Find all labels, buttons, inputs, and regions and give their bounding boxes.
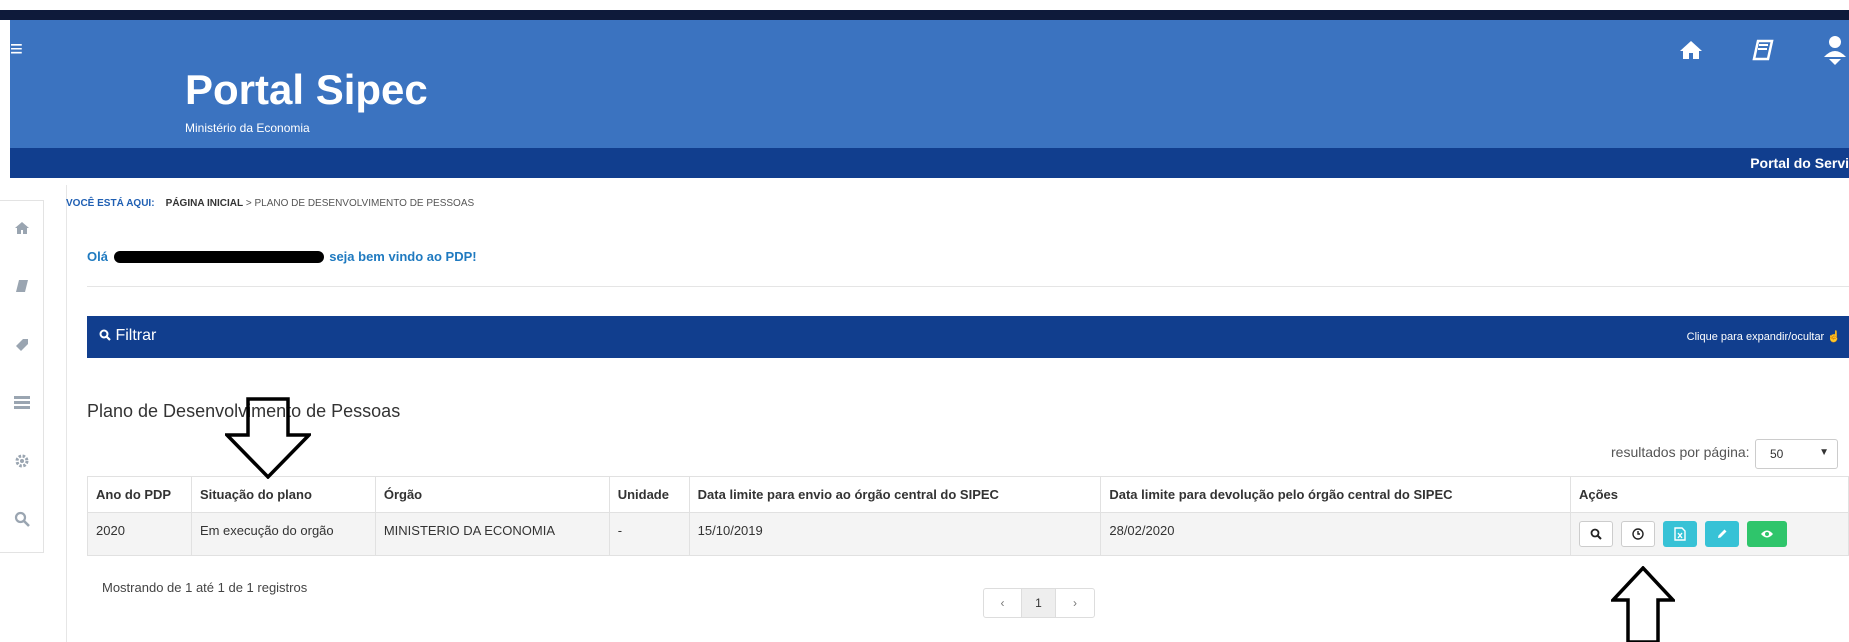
cell-unidade: -: [608, 512, 690, 556]
tag-icon[interactable]: [12, 337, 32, 357]
col-data-envio: Data limite para envio ao órgão central …: [688, 476, 1102, 513]
chevron-down-icon: ▼: [1819, 447, 1829, 458]
hamburger-icon[interactable]: ≡: [10, 38, 23, 60]
header-icons: [1677, 36, 1849, 65]
top-dark-bar: [0, 10, 1849, 20]
cell-data-envio: 15/10/2019: [688, 512, 1102, 556]
history-button[interactable]: [1621, 521, 1655, 547]
search-icon[interactable]: [12, 511, 32, 531]
portal-navbar: Portal do Servi: [10, 148, 1849, 178]
pdp-table: Ano do PDP Situação do plano Órgão Unida…: [87, 476, 1849, 556]
filter-title: Filtrar: [99, 327, 156, 345]
col-orgao: Órgão: [374, 476, 610, 513]
col-situacao: Situação do plano: [190, 476, 376, 513]
table-header-row: Ano do PDP Situação do plano Órgão Unida…: [87, 476, 1849, 513]
greeting-suffix: seja bem vindo ao PDP!: [329, 249, 477, 264]
col-data-devolucao: Data limite para devolução pelo órgão ce…: [1100, 476, 1571, 513]
cell-data-devolucao: 28/02/2020: [1100, 512, 1571, 556]
action-buttons: [1579, 521, 1840, 547]
search-icon: [99, 329, 111, 341]
col-acoes: Ações: [1570, 476, 1849, 513]
filter-toggle-text: Clique para expandir/ocultar: [1686, 331, 1825, 343]
redacted-name: [113, 251, 324, 263]
pagination: ‹ 1 ›: [983, 588, 1095, 618]
breadcrumb-label: VOCÊ ESTÁ AQUI:: [66, 198, 155, 209]
preview-button[interactable]: [1747, 521, 1787, 547]
clock-icon: [1632, 528, 1644, 540]
greeting-prefix: Olá: [87, 249, 108, 264]
left-sidebar: [0, 200, 44, 553]
content-divider: [66, 185, 67, 642]
site-header: ≡ Portal Sipec Ministério da Economia: [10, 20, 1849, 148]
breadcrumb-home[interactable]: PÁGINA INICIAL: [166, 198, 243, 209]
filter-panel-header[interactable]: Filtrar Clique para expandir/ocultar ☝: [87, 316, 1849, 358]
pencil-icon: [1718, 529, 1727, 538]
per-page-label: resultados por página:: [1611, 444, 1750, 460]
site-title: Portal Sipec: [185, 66, 428, 113]
breadcrumb-current: PLANO DE DESENVOLVIMENTO DE PESSOAS: [254, 198, 475, 209]
arrow-up-annotation: [1611, 566, 1675, 642]
search-icon: [1590, 528, 1602, 540]
export-excel-button[interactable]: [1663, 521, 1697, 547]
filter-toggle[interactable]: Clique para expandir/ocultar ☝: [1687, 330, 1841, 343]
divider: [87, 286, 1849, 287]
site-subtitle: Ministério da Economia: [185, 121, 310, 135]
records-summary: Mostrando de 1 até 1 de 1 registros: [102, 580, 308, 595]
eye-icon: [1761, 530, 1773, 538]
pagination-page-1[interactable]: 1: [1022, 589, 1056, 617]
col-ano: Ano do PDP: [87, 476, 192, 513]
pagination-next[interactable]: ›: [1056, 589, 1094, 617]
hand-pointer-icon: ☝: [1827, 331, 1841, 343]
cell-ano: 2020: [87, 512, 192, 556]
server-icon[interactable]: [12, 395, 32, 415]
edit-button[interactable]: [1705, 521, 1739, 547]
greeting: Olá seja bem vindo ao PDP!: [87, 249, 477, 264]
user-icon[interactable]: [1821, 36, 1849, 65]
pagination-prev[interactable]: ‹: [984, 589, 1022, 617]
view-details-button[interactable]: [1579, 521, 1613, 547]
breadcrumb-separator: >: [245, 198, 252, 209]
home-icon[interactable]: [1677, 36, 1705, 64]
book-icon[interactable]: [12, 279, 32, 299]
per-page-select[interactable]: 50 ▼: [1755, 439, 1838, 469]
top-strip: [0, 0, 1849, 10]
arrow-down-annotation: [225, 397, 311, 479]
breadcrumb: VOCÊ ESTÁ AQUI: PÁGINA INICIAL > PLANO D…: [66, 198, 474, 209]
cell-situacao: Em execução do orgão: [190, 512, 376, 556]
filter-label: Filtrar: [115, 327, 157, 344]
portal-servidor-link[interactable]: Portal do Servi: [1750, 155, 1849, 171]
file-excel-icon: [1674, 527, 1686, 541]
cell-orgao: MINISTERIO DA ECONOMIA: [374, 512, 610, 556]
home-icon[interactable]: [12, 221, 32, 241]
table-row: 2020 Em execução do orgão MINISTERIO DA …: [87, 512, 1849, 556]
cell-acoes: [1570, 512, 1849, 556]
per-page-value: 50: [1770, 447, 1784, 461]
gear-icon[interactable]: [12, 453, 32, 473]
col-unidade: Unidade: [608, 476, 690, 513]
book-icon[interactable]: [1749, 36, 1777, 64]
